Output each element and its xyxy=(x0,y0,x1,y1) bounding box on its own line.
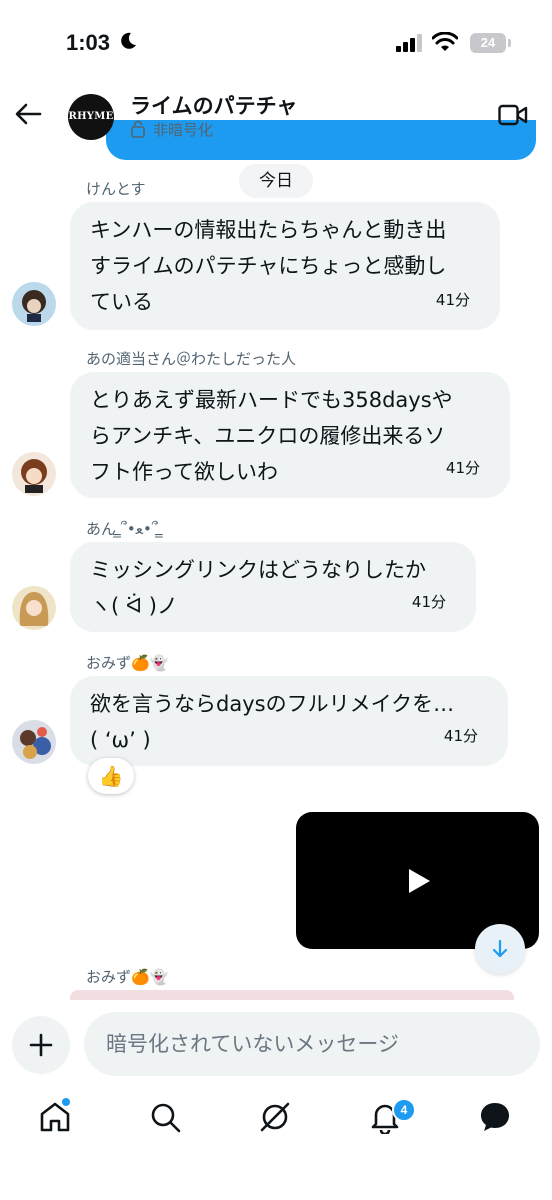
video-call-icon[interactable] xyxy=(498,102,528,128)
message-line: ヽ( ᐛ )ノ xyxy=(90,594,178,618)
sender-avatar[interactable] xyxy=(12,282,56,326)
sender-avatar[interactable] xyxy=(12,452,56,496)
message-line: らアンチキ、ユニクロの履修出来るソ xyxy=(90,424,446,448)
message-line: すライムのパテチャにちょっと感動し xyxy=(90,254,447,278)
message-sender: おみず🍊👻 xyxy=(86,968,169,986)
sender-avatar[interactable] xyxy=(12,586,56,630)
date-divider: 今日 xyxy=(239,164,313,198)
search-icon[interactable] xyxy=(148,1100,182,1134)
message-sender: けんとす xyxy=(86,180,146,198)
reaction-badge[interactable]: 👍 xyxy=(88,758,134,794)
notifications-badge: 4 xyxy=(392,1098,416,1122)
message-bubble[interactable]: キンハーの情報出たらちゃんと動き出 すライムのパテチャにちょっと感動し ている … xyxy=(70,202,500,330)
messages-icon[interactable] xyxy=(478,1100,512,1134)
message-input[interactable] xyxy=(84,1012,540,1076)
message-sender: あん ̳՞•ﻌ•՞ ̳ xyxy=(86,520,163,538)
status-time: 1:03 xyxy=(66,30,111,55)
message-bubble[interactable]: とりあえず最新ハードでも358daysや らアンチキ、ユニクロの履修出来るソ フ… xyxy=(70,372,510,498)
cellular-signal-icon xyxy=(396,34,422,52)
message-sender: おみず🍊👻 xyxy=(86,654,169,672)
message-line: フト作って欲しいわ xyxy=(90,460,278,484)
message-line: ミッシングリンクはどうなりしたか xyxy=(90,558,426,582)
sender-avatar[interactable] xyxy=(12,720,56,764)
wifi-icon xyxy=(432,32,458,51)
lock-icon xyxy=(131,120,145,138)
message-bubble[interactable]: ミッシングリンクはどうなりしたか ヽ( ᐛ )ノ 41分 xyxy=(70,542,476,632)
back-arrow-icon[interactable] xyxy=(14,100,42,128)
message-time: 41分 xyxy=(411,593,446,611)
message-time: 41分 xyxy=(445,459,480,477)
group-title[interactable]: ライムのパテチャ xyxy=(130,90,297,120)
arrow-down-icon xyxy=(492,939,508,958)
message-time: 41分 xyxy=(435,291,470,309)
add-attachment-button[interactable] xyxy=(12,1016,70,1074)
home-unread-dot xyxy=(62,1098,70,1106)
message-line: ている xyxy=(90,290,153,314)
plus-icon xyxy=(29,1033,53,1057)
play-icon[interactable] xyxy=(406,867,432,895)
message-line: キンハーの情報出たらちゃんと動き出 xyxy=(90,218,447,242)
encryption-status[interactable]: 非暗号化 xyxy=(153,119,213,140)
message-line: ( ‘ω’ ) xyxy=(90,728,151,752)
moon-icon xyxy=(121,32,136,49)
grok-icon[interactable] xyxy=(258,1100,292,1134)
message-line: 欲を言うならdaysのフルリメイクを… xyxy=(90,692,455,716)
message-line: とりあえず最新ハードでも358daysや xyxy=(90,388,453,412)
message-sender: あの適当さん＠わたしだった人 xyxy=(86,350,297,368)
battery-indicator: 24 xyxy=(470,33,506,53)
message-time: 41分 xyxy=(443,727,478,745)
battery-tip xyxy=(508,39,511,47)
scroll-to-bottom-button[interactable] xyxy=(475,924,525,974)
group-avatar[interactable]: RHYME xyxy=(68,94,114,140)
message-bubble[interactable]: 欲を言うならdaysのフルリメイクを… ( ‘ω’ ) 41分 xyxy=(70,676,508,766)
